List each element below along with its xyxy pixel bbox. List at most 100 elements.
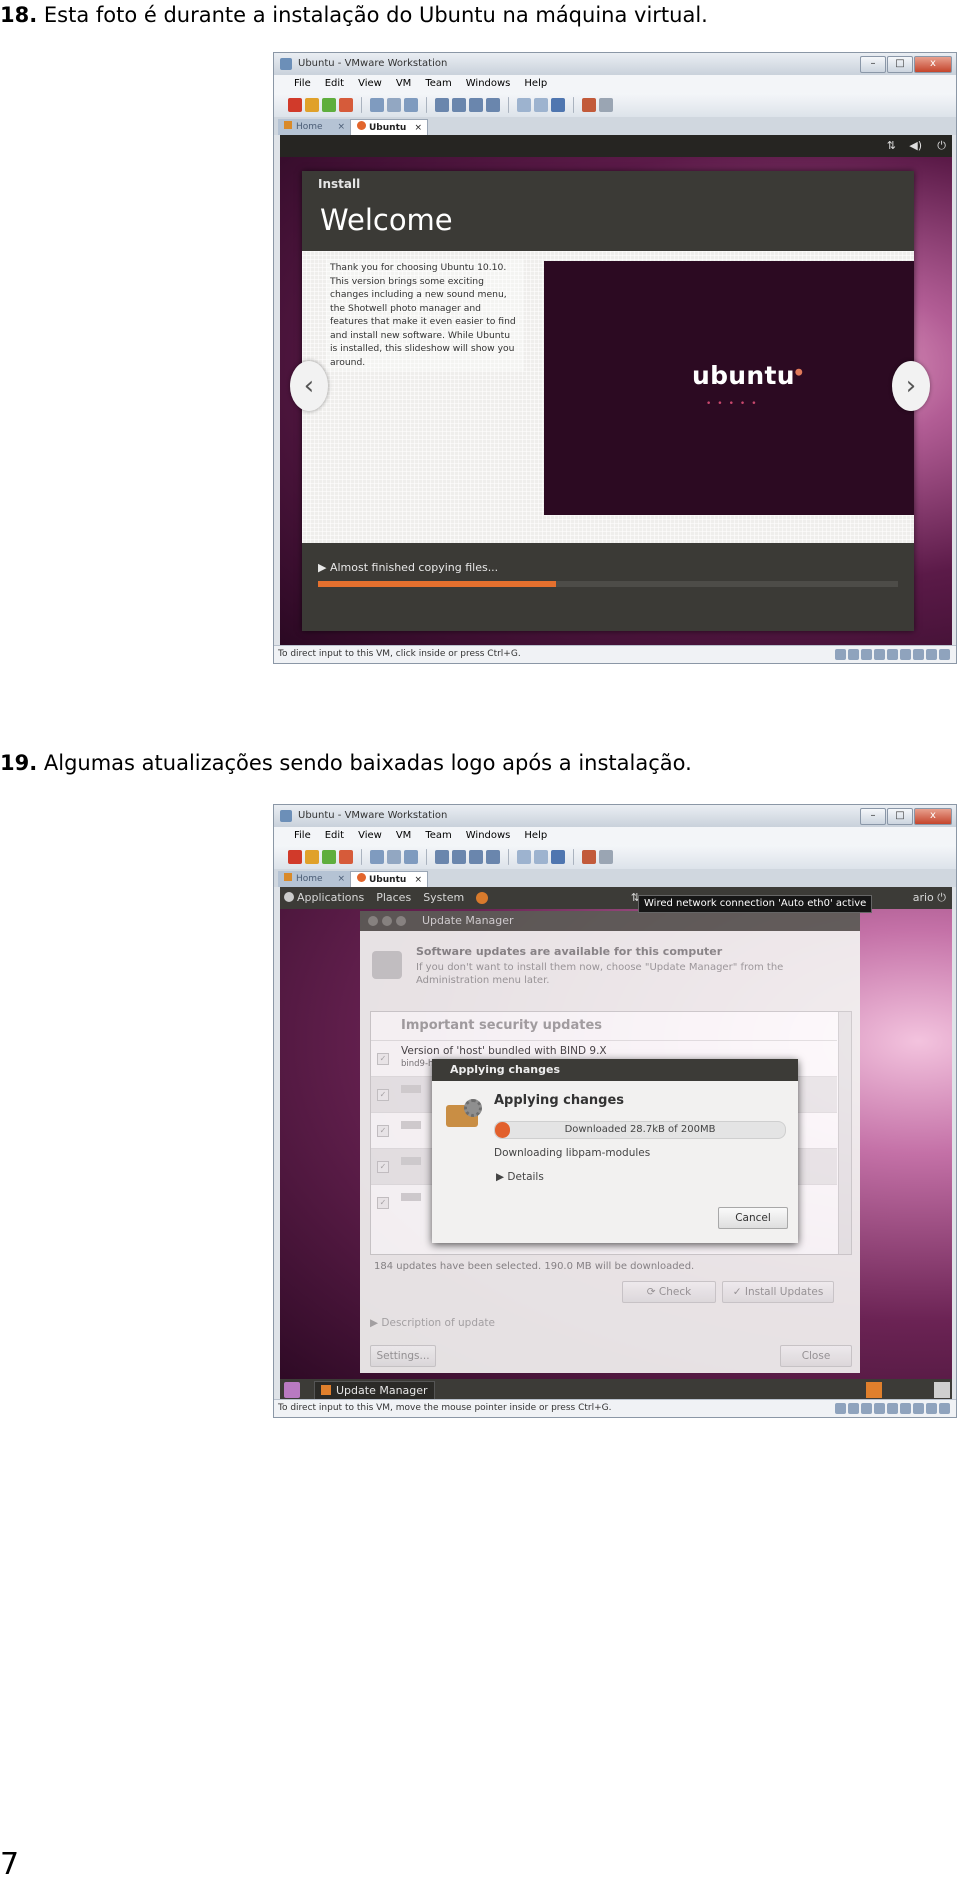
menu-team[interactable]: Team [425, 827, 451, 845]
maximize-window-icon[interactable] [396, 916, 406, 926]
floppy-icon[interactable] [861, 649, 872, 660]
firefox-launcher-icon[interactable] [476, 892, 489, 904]
slideshow-prev-button[interactable]: ‹ [290, 361, 328, 411]
close-window-icon[interactable] [368, 916, 378, 926]
tab-ubuntu[interactable]: Ubuntu × [350, 119, 428, 135]
menu-edit[interactable]: Edit [325, 75, 344, 93]
power-off-icon[interactable] [288, 850, 302, 864]
usb-icon[interactable] [887, 649, 898, 660]
send-ctrl-alt-del-icon[interactable] [582, 850, 596, 864]
check-button[interactable]: ⟳ Check [622, 1281, 716, 1303]
slideshow-next-button[interactable]: › [892, 361, 930, 411]
system-menu[interactable]: System [423, 887, 464, 909]
applications-menu[interactable]: Applications [284, 887, 364, 909]
menu-file[interactable]: File [294, 827, 311, 845]
menu-help[interactable]: Help [524, 75, 547, 93]
menu-help[interactable]: Help [524, 827, 547, 845]
hard-disk-icon[interactable] [835, 1403, 846, 1414]
usb-icon[interactable] [887, 1403, 898, 1414]
power-indicator-icon[interactable]: ⏻ [937, 891, 946, 904]
update-checkbox[interactable]: ✓ [377, 1053, 389, 1065]
update-checkbox[interactable]: ✓ [377, 1197, 389, 1209]
description-of-update-toggle[interactable]: ▶ Description of update [370, 1317, 495, 1329]
minimize-button[interactable]: – [860, 56, 886, 73]
view-console-icon[interactable] [435, 98, 449, 112]
details-expander[interactable]: ▶ Details [496, 1171, 544, 1183]
floppy-icon[interactable] [861, 1403, 872, 1414]
close-button[interactable]: x [914, 56, 952, 73]
suspend-icon[interactable] [305, 98, 319, 112]
unity-icon[interactable] [469, 98, 483, 112]
cancel-button[interactable]: Cancel [718, 1207, 788, 1229]
snapshot-manager-icon[interactable] [404, 850, 418, 864]
unity-icon[interactable] [469, 850, 483, 864]
tab-home[interactable]: Home × [278, 119, 350, 135]
send-ctrl-alt-del-icon[interactable] [582, 98, 596, 112]
update-checkbox[interactable]: ✓ [377, 1125, 389, 1137]
thumbnail-view-icon[interactable] [551, 98, 565, 112]
power-on-icon[interactable] [322, 850, 336, 864]
progress-label[interactable]: ▶ Almost finished copying files... [318, 561, 498, 574]
quick-switch-icon[interactable] [486, 98, 500, 112]
menu-team[interactable]: Team [425, 75, 451, 93]
display-icon[interactable] [926, 649, 937, 660]
console-view-icon[interactable] [534, 98, 548, 112]
reset-icon[interactable] [339, 98, 353, 112]
revert-snapshot-icon[interactable] [387, 850, 401, 864]
power-off-icon[interactable] [288, 98, 302, 112]
taskbar-update-manager[interactable]: Update Manager [314, 1381, 435, 1401]
printer-icon[interactable] [913, 649, 924, 660]
um-close-button[interactable]: Close [780, 1345, 852, 1367]
hard-disk-icon[interactable] [835, 649, 846, 660]
network-adapter-icon[interactable] [874, 1403, 885, 1414]
sound-indicator-icon[interactable]: ◀) [909, 139, 922, 152]
quick-switch-icon[interactable] [486, 850, 500, 864]
network-adapter-icon[interactable] [874, 649, 885, 660]
settings-button[interactable]: Settings... [370, 1345, 436, 1367]
show-desktop-icon[interactable] [284, 1382, 300, 1398]
minimize-button[interactable]: – [860, 808, 886, 825]
menu-vm[interactable]: VM [396, 827, 411, 845]
full-screen-icon[interactable] [452, 850, 466, 864]
snapshot-manager-icon[interactable] [404, 98, 418, 112]
sound-card-icon[interactable] [900, 1403, 911, 1414]
close-tab-icon[interactable]: × [414, 120, 422, 136]
places-menu[interactable]: Places [376, 887, 411, 909]
thumbnail-view-icon[interactable] [551, 850, 565, 864]
full-screen-icon[interactable] [452, 98, 466, 112]
snapshot-icon[interactable] [370, 850, 384, 864]
update-checkbox[interactable]: ✓ [377, 1089, 389, 1101]
summary-view-icon[interactable] [517, 850, 531, 864]
view-console-icon[interactable] [435, 850, 449, 864]
close-button[interactable]: x [914, 808, 952, 825]
close-tab-icon[interactable]: × [337, 119, 345, 135]
list-scrollbar[interactable] [838, 1012, 851, 1254]
menu-edit[interactable]: Edit [325, 827, 344, 845]
reset-icon[interactable] [339, 850, 353, 864]
menu-windows[interactable]: Windows [466, 75, 511, 93]
close-tab-icon[interactable]: × [337, 871, 345, 887]
guest-display[interactable]: Applications Places System ario ⏻ ⇅ Upda… [280, 887, 952, 1401]
guest-display[interactable]: ⇅ ◀) ⏻ Install Welcome Thank you for cho… [280, 135, 952, 647]
cd-drive-icon[interactable] [848, 1403, 859, 1414]
tab-ubuntu[interactable]: Ubuntu × [350, 871, 428, 887]
maximize-button[interactable]: □ [887, 808, 913, 825]
messages-icon[interactable] [939, 649, 950, 660]
preferences-icon[interactable] [599, 98, 613, 112]
update-checkbox[interactable]: ✓ [377, 1161, 389, 1173]
cd-drive-icon[interactable] [848, 649, 859, 660]
trash-icon[interactable] [934, 1382, 950, 1398]
preferences-icon[interactable] [599, 850, 613, 864]
maximize-button[interactable]: □ [887, 56, 913, 73]
suspend-icon[interactable] [305, 850, 319, 864]
close-tab-icon[interactable]: × [414, 872, 422, 888]
power-indicator-icon[interactable]: ⏻ [937, 139, 946, 153]
menu-windows[interactable]: Windows [466, 827, 511, 845]
menu-file[interactable]: File [294, 75, 311, 93]
install-updates-button[interactable]: ✓ Install Updates [722, 1281, 834, 1303]
menu-view[interactable]: View [358, 827, 382, 845]
summary-view-icon[interactable] [517, 98, 531, 112]
power-on-icon[interactable] [322, 98, 336, 112]
panel-user-menu[interactable]: ario ⏻ [913, 887, 946, 909]
menu-vm[interactable]: VM [396, 75, 411, 93]
